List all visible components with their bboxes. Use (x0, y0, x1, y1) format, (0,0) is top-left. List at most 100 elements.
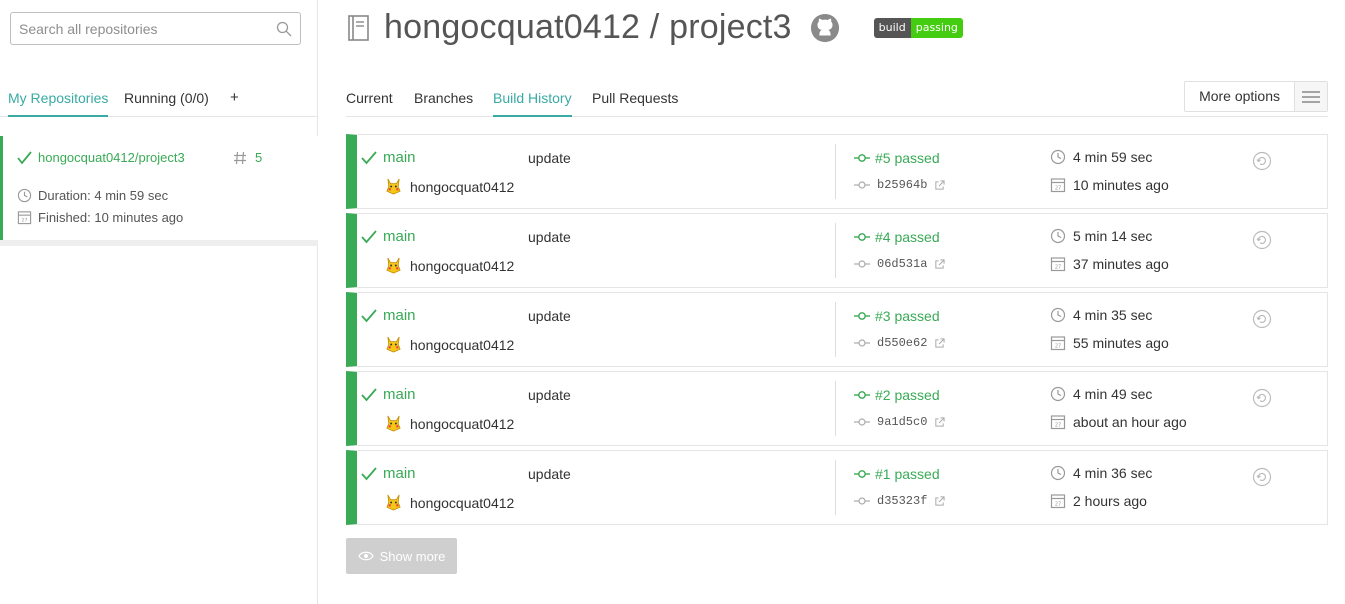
restart-build-icon[interactable] (1252, 388, 1272, 408)
duration-text: 4 min 59 sec (1073, 149, 1153, 165)
clock-icon (1050, 149, 1066, 165)
build-row[interactable]: main update hongocquat0412 #5 passed b25… (346, 134, 1328, 209)
finished-text: 55 minutes ago (1073, 335, 1169, 351)
svg-text:27: 27 (1055, 423, 1061, 429)
build-finished: 27 55 minutes ago (1050, 335, 1169, 351)
repo-card[interactable]: hongocquat0412/project3 5 Duration: 4 mi… (0, 136, 318, 240)
column-divider (835, 381, 836, 436)
build-state-link[interactable]: #3 passed (854, 308, 940, 324)
commit-sha[interactable]: b25964b (877, 178, 927, 192)
add-tab-button[interactable]: + (230, 89, 239, 106)
build-row[interactable]: main update hongocquat0412 #2 passed 9a1… (346, 371, 1328, 446)
svg-text:27: 27 (1055, 186, 1061, 192)
commit-message: update (528, 150, 571, 166)
build-row[interactable]: main update hongocquat0412 #1 passed d35… (346, 450, 1328, 525)
build-state-link[interactable]: #4 passed (854, 229, 940, 245)
clock-icon (1050, 228, 1066, 244)
build-state[interactable]: #5 passed (875, 150, 940, 166)
hamburger-menu-icon[interactable] (1295, 82, 1327, 111)
column-divider (835, 223, 836, 278)
tab-my-repositories[interactable]: My Repositories (8, 90, 109, 117)
branch-name[interactable]: main (383, 465, 416, 482)
commit-author: hongocquat0412 (385, 494, 514, 511)
build-state-link[interactable]: #1 passed (854, 466, 940, 482)
branch-name[interactable]: main (383, 228, 416, 245)
calendar-icon: 27 (1050, 336, 1066, 351)
build-state[interactable]: #4 passed (875, 229, 940, 245)
branch-link[interactable]: main (361, 307, 416, 324)
commit-sha[interactable]: 06d531a (877, 257, 927, 271)
build-number[interactable]: 5 (255, 150, 262, 165)
restart-build-icon[interactable] (1252, 467, 1272, 487)
github-icon[interactable] (810, 13, 840, 43)
commit-icon (854, 312, 870, 320)
external-link-icon[interactable] (934, 416, 946, 428)
build-state[interactable]: #3 passed (875, 308, 940, 324)
repo-build-number[interactable]: 5 (233, 150, 262, 165)
tab-running[interactable]: Running (0/0) (124, 90, 209, 106)
search-box[interactable] (10, 12, 301, 45)
finished-text: about an hour ago (1073, 414, 1187, 430)
repo-link[interactable]: hongocquat0412/project3 (17, 150, 185, 165)
commit-author: hongocquat0412 (385, 336, 514, 353)
badge-label: build (873, 17, 911, 38)
build-row[interactable]: main update hongocquat0412 #4 passed 06d… (346, 213, 1328, 288)
branch-name[interactable]: main (383, 149, 416, 166)
external-link-icon[interactable] (934, 337, 946, 349)
repo-name[interactable]: hongocquat0412/project3 (38, 150, 185, 165)
author-name: hongocquat0412 (410, 178, 515, 195)
commit-icon (854, 470, 870, 478)
search-input[interactable] (19, 20, 276, 37)
branch-link[interactable]: main (361, 465, 416, 482)
tab-current[interactable]: Current (346, 90, 393, 106)
more-options-button[interactable]: More options (1184, 81, 1328, 112)
duration-text: 4 min 36 sec (1073, 465, 1153, 481)
branch-link[interactable]: main (361, 386, 416, 403)
branch-name[interactable]: main (383, 386, 416, 403)
more-options-label[interactable]: More options (1185, 82, 1295, 111)
check-icon (361, 466, 377, 480)
build-finished: 27 37 minutes ago (1050, 256, 1169, 272)
external-link-icon[interactable] (934, 179, 946, 191)
restart-build-icon[interactable] (1252, 309, 1272, 329)
avatar (386, 257, 401, 274)
svg-text:27: 27 (22, 218, 28, 224)
build-row[interactable]: main update hongocquat0412 #3 passed d55… (346, 292, 1328, 367)
commit-sha[interactable]: d550e62 (877, 336, 927, 350)
build-state-link[interactable]: #5 passed (854, 150, 940, 166)
calendar-icon: 27 (1050, 415, 1066, 430)
commit-link[interactable]: d550e62 (854, 336, 946, 350)
external-link-icon[interactable] (934, 495, 946, 507)
build-state-link[interactable]: #2 passed (854, 387, 940, 403)
build-status-badge[interactable]: build passing (873, 17, 963, 38)
branch-link[interactable]: main (361, 149, 416, 166)
commit-link[interactable]: 06d531a (854, 257, 946, 271)
build-state[interactable]: #1 passed (875, 466, 940, 482)
commit-link[interactable]: 9a1d5c0 (854, 415, 946, 429)
clock-icon (1050, 386, 1066, 402)
restart-build-icon[interactable] (1252, 151, 1272, 171)
commit-link[interactable]: d35323f (854, 494, 946, 508)
external-link-icon[interactable] (934, 258, 946, 270)
commit-link[interactable]: b25964b (854, 178, 946, 192)
build-state[interactable]: #2 passed (875, 387, 940, 403)
show-more-button[interactable]: Show more (346, 538, 457, 574)
restart-build-icon[interactable] (1252, 230, 1272, 250)
commit-sha[interactable]: d35323f (877, 494, 927, 508)
build-branch-col: main (361, 465, 416, 482)
branch-name[interactable]: main (383, 307, 416, 324)
branch-link[interactable]: main (361, 228, 416, 245)
tab-build-history[interactable]: Build History (493, 90, 572, 117)
finished-text: 2 hours ago (1073, 493, 1147, 509)
badge-status: passing (910, 17, 963, 38)
avatar (386, 494, 401, 511)
build-duration: 5 min 14 sec (1050, 228, 1152, 244)
column-divider (835, 302, 836, 357)
calendar-icon: 27 (1050, 178, 1066, 193)
tab-pull-requests[interactable]: Pull Requests (592, 90, 678, 106)
column-divider (835, 144, 836, 199)
commit-sha[interactable]: 9a1d5c0 (877, 415, 927, 429)
tab-branches[interactable]: Branches (414, 90, 473, 106)
show-more-label[interactable]: Show more (380, 549, 446, 564)
search-icon[interactable] (276, 21, 292, 37)
